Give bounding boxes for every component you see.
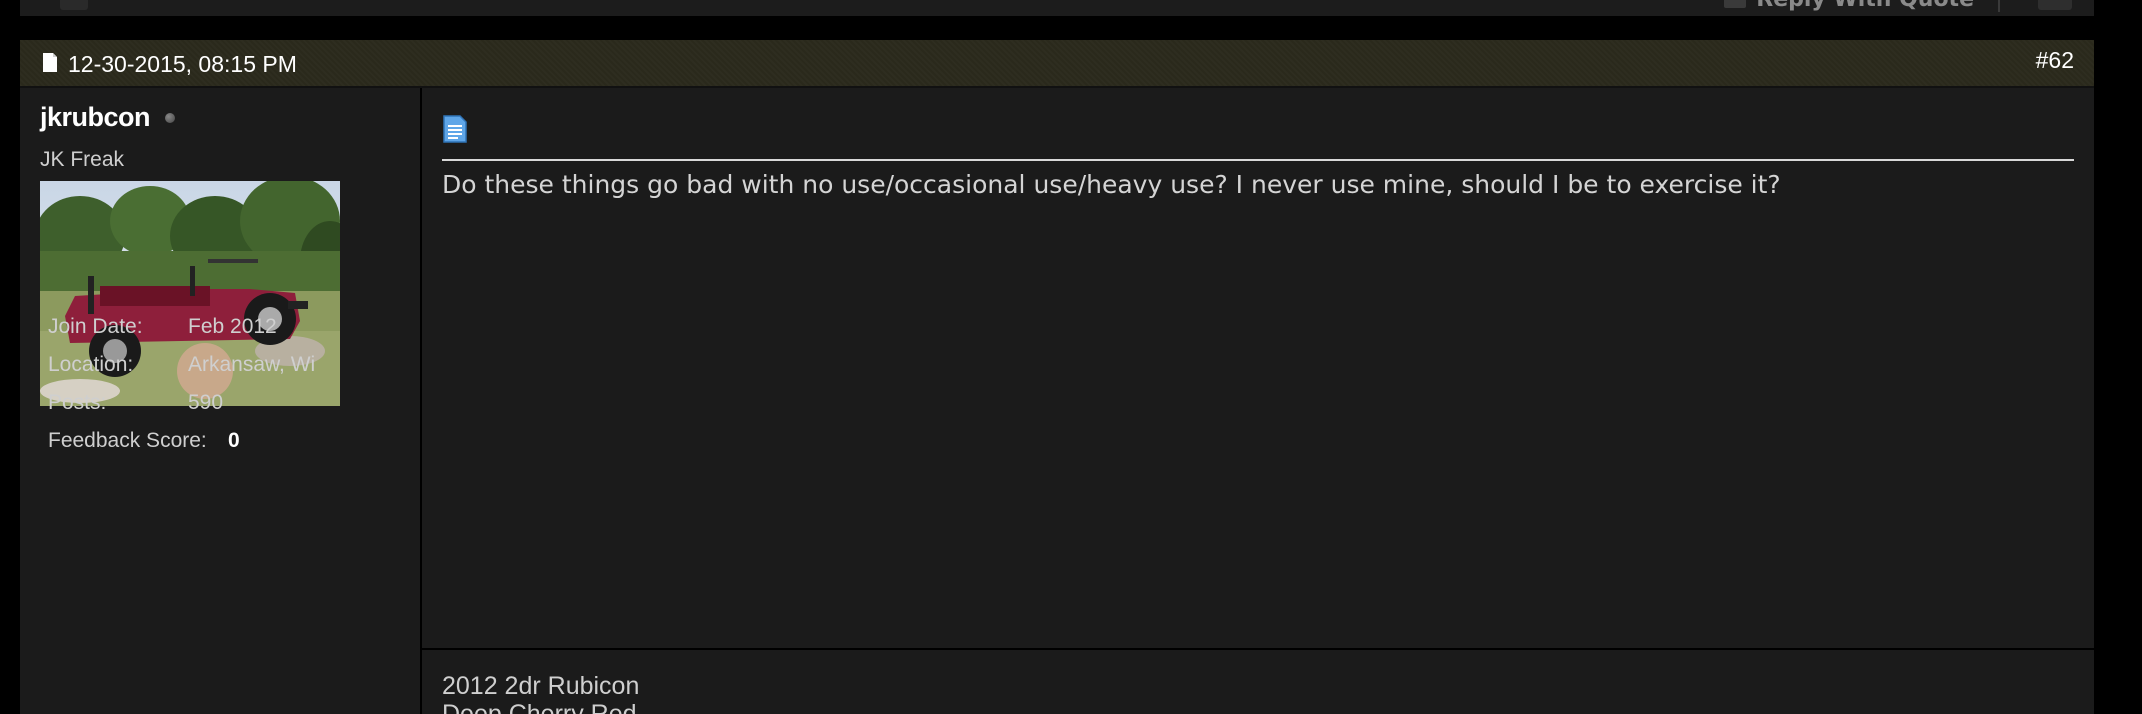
username-link[interactable]: jkrubcon xyxy=(40,102,151,133)
post-signature: 2012 2dr Rubicon Deep Cherry Red xyxy=(422,648,2094,714)
quote-icon xyxy=(1724,0,1747,8)
multi-quote-icon[interactable] xyxy=(2038,0,2072,10)
footer-separator xyxy=(1998,0,2000,12)
post-date: 12-30-2015, 08:15 PM xyxy=(68,51,297,77)
user-title: JK Freak xyxy=(40,148,125,171)
posts-value: 590 xyxy=(188,391,224,414)
location-label: Location: xyxy=(48,353,134,376)
join-date-value: Feb 2012 xyxy=(188,315,277,338)
forum-thread-page: Reply With Quote 12-30-2015, 08:15 PM #6… xyxy=(0,0,2142,714)
previous-post-footer: Reply With Quote xyxy=(20,0,2094,16)
posts-label: Posts: xyxy=(48,391,107,414)
post-number-link[interactable]: #62 xyxy=(2036,47,2074,74)
post-document-icon xyxy=(43,53,57,72)
message-text: Do these things go bad with no use/occas… xyxy=(442,170,1781,199)
post-icon xyxy=(443,115,467,143)
feedback-score-value[interactable]: 0 xyxy=(228,429,240,453)
reply-with-quote-button[interactable]: Reply With Quote xyxy=(1724,0,1974,12)
message-title-rule xyxy=(442,159,2074,161)
online-status-icon xyxy=(165,113,175,123)
location-row: Location: Arkansaw, Wi xyxy=(48,353,315,377)
join-date-row: Join Date: Feb 2012 xyxy=(48,315,277,339)
signature-line: 2012 2dr Rubicon xyxy=(442,672,640,700)
feedback-score-row: Feedback Score: 0 xyxy=(48,429,240,453)
posts-row: Posts: 590 xyxy=(48,391,223,415)
post-action-icon[interactable] xyxy=(60,0,88,10)
post-message: Do these things go bad with no use/occas… xyxy=(422,88,2094,648)
post-header: 12-30-2015, 08:15 PM #62 xyxy=(20,40,2094,88)
signature-line: Deep Cherry Red xyxy=(442,700,637,714)
reply-with-quote-label: Reply With Quote xyxy=(1756,0,1974,12)
user-info-sidebar: jkrubcon JK Freak Join Date: Feb 2012 Lo… xyxy=(20,88,420,714)
location-value: Arkansaw, Wi xyxy=(188,353,316,376)
join-date-label: Join Date: xyxy=(48,315,143,338)
feedback-score-label: Feedback Score: xyxy=(48,429,207,452)
